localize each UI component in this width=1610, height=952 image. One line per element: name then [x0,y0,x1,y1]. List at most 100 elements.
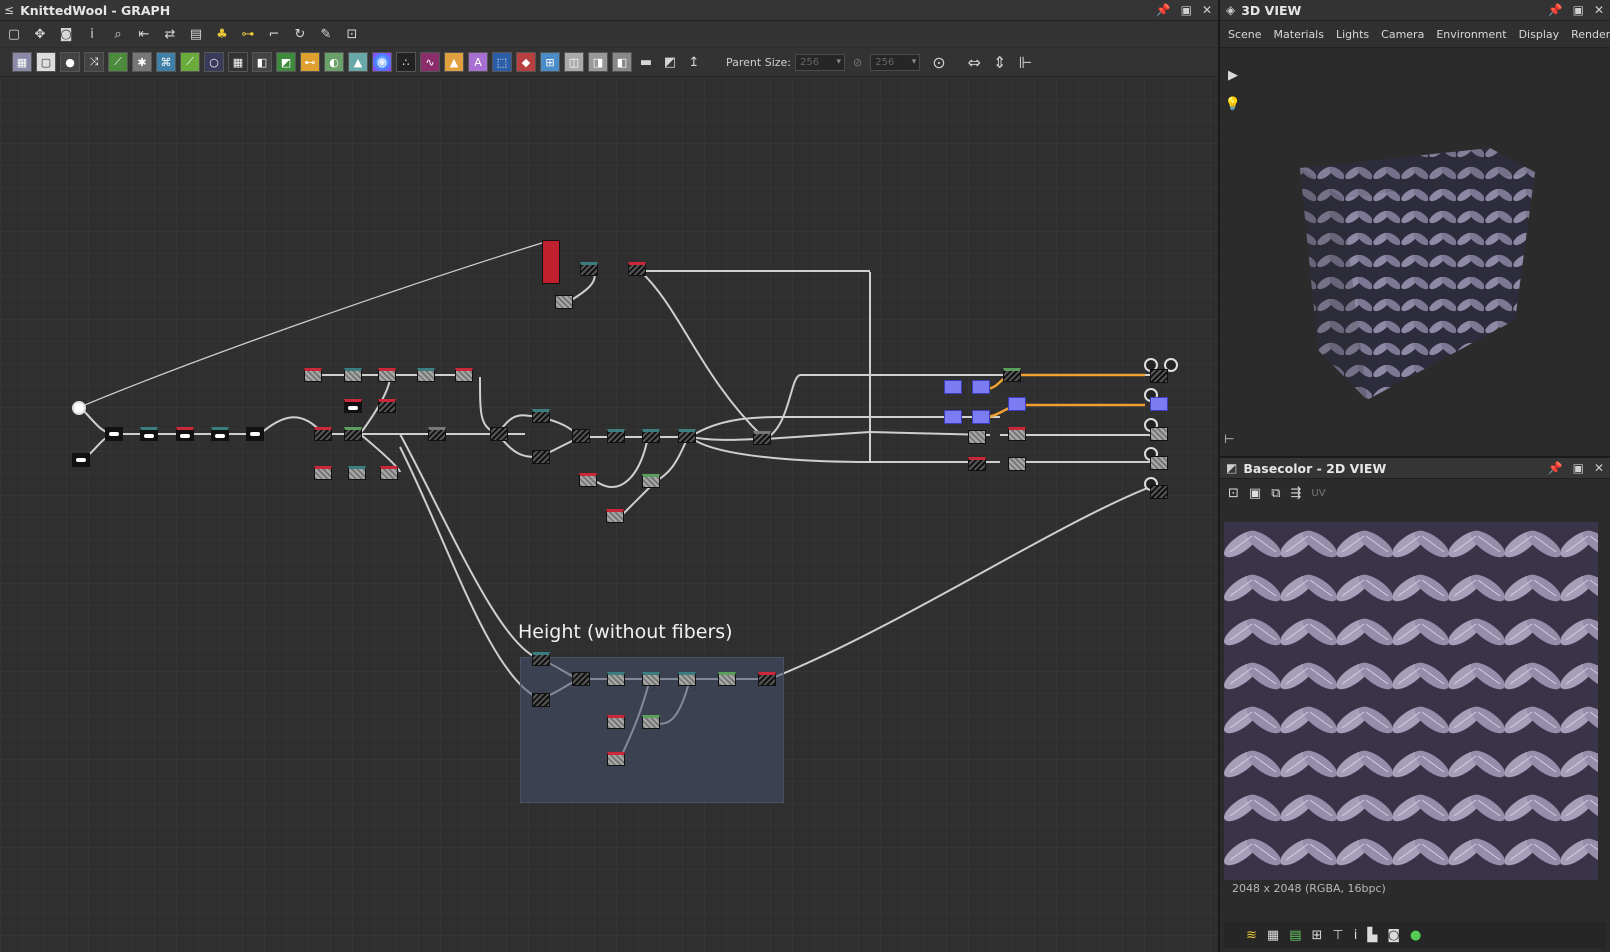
graph-node[interactable] [246,427,264,441]
layers-icon[interactable]: ≋ [1246,928,1257,943]
frame-icon[interactable]: ◩ [660,52,680,72]
graph-node[interactable] [758,672,776,686]
graph-node[interactable] [1008,427,1026,441]
graph-node[interactable] [490,427,508,441]
graph-node[interactable] [1150,485,1168,499]
hsl-node-icon[interactable]: ◐ [324,52,344,72]
menu-scene[interactable]: Scene [1228,28,1262,41]
graph-node[interactable] [607,672,625,686]
triangle-node-icon[interactable]: ▲ [444,52,464,72]
graph-node[interactable] [607,715,625,729]
graph-node[interactable] [532,409,550,423]
blend-node-icon[interactable]: ◧ [252,52,272,72]
graph-node[interactable] [304,368,322,382]
warp-node-icon[interactable]: ⌘ [156,52,176,72]
close-icon[interactable]: ✕ [1202,3,1212,17]
menu-environment[interactable]: Environment [1436,28,1506,41]
graph-node[interactable] [344,399,362,413]
info-icon[interactable]: ⅰ [1354,928,1358,943]
image-icon[interactable]: ◙ [1387,928,1400,943]
graph-node[interactable] [344,368,362,382]
pan-icon[interactable]: ✥ [30,24,50,44]
graph-node[interactable] [1150,427,1168,441]
color-icon[interactable]: ● [1410,928,1421,943]
graph-node[interactable] [428,427,446,441]
graph-canvas[interactable]: Height (without fibers) [0,77,1218,952]
graph-node[interactable] [944,410,962,424]
menu-materials[interactable]: Materials [1274,28,1324,41]
drop-node-icon[interactable]: ● [60,52,80,72]
graph-node[interactable] [642,715,660,729]
graph-node[interactable] [542,240,560,284]
graph-node[interactable] [417,368,435,382]
pin-icon[interactable]: 📌 [1156,3,1171,17]
compress-icon[interactable]: ⇔ [968,53,981,72]
bitmap-node-icon[interactable]: ▦ [12,52,32,72]
menu-display[interactable]: Display [1519,28,1560,41]
pin-icon[interactable]: 📌 [1548,3,1563,17]
text-node-icon[interactable]: A [468,52,488,72]
light-bulb-icon[interactable]: 💡 [1225,97,1241,112]
parent-size-dropdown-2[interactable]: 256 [870,53,921,71]
graph-node[interactable] [678,429,696,443]
graph-node[interactable] [642,672,660,686]
graph-node[interactable] [642,429,660,443]
input-node[interactable] [72,401,86,415]
fit-icon[interactable]: ⊡ [1228,486,1239,501]
maximize-icon[interactable]: ▣ [1573,3,1584,17]
close-icon[interactable]: ✕ [1594,3,1604,17]
wave-node-icon[interactable]: ∿ [420,52,440,72]
grid-node-icon[interactable]: ▦ [228,52,248,72]
maximize-icon[interactable]: ▣ [1181,3,1192,17]
python-icon[interactable]: ♣ [212,24,232,44]
menu-camera[interactable]: Camera [1381,28,1424,41]
cube-preview[interactable] [1260,140,1570,420]
link-size-icon[interactable]: ⊘ [853,56,862,69]
reset-icon[interactable]: ⊙ [932,53,945,72]
graph-node[interactable] [607,429,625,443]
level-node-icon[interactable]: ⊷ [300,52,320,72]
svg-node-icon[interactable]: ▢ [36,52,56,72]
graph-node[interactable] [580,262,598,276]
transform-node-icon[interactable]: ⊞ [540,52,560,72]
shuffle-node-icon[interactable]: ⤨ [84,52,104,72]
graph-node[interactable] [1008,397,1026,411]
graph-menu-icon[interactable]: ≤ [4,3,14,17]
graph-node[interactable] [968,457,986,471]
basecolor-texture[interactable] [1224,522,1598,880]
graph-node[interactable] [606,509,624,523]
graph-node[interactable] [972,380,990,394]
align-icon[interactable]: ⇤ [134,24,154,44]
search-icon[interactable]: ⌕ [108,24,128,44]
copy-icon[interactable]: ⧉ [1271,486,1280,501]
graph-node[interactable] [344,427,362,441]
graph-node[interactable] [642,474,660,488]
checker-icon[interactable]: ▦ [1267,928,1279,943]
graph-node[interactable] [314,466,332,480]
split-node-icon[interactable]: ◫ [564,52,584,72]
graph-node[interactable] [1003,368,1021,382]
graph-node[interactable] [753,431,771,445]
graph-node[interactable] [572,672,590,686]
graph-node[interactable] [72,453,90,467]
select-node-icon[interactable]: ⬚ [492,52,512,72]
wrench-icon[interactable]: ✎ [316,24,336,44]
histogram-node-icon[interactable]: ▲ [348,52,368,72]
graph-node[interactable] [718,672,736,686]
graph-node[interactable] [455,368,473,382]
camera-icon[interactable]: ◙ [56,24,76,44]
fx-node-icon[interactable]: ✱ [132,52,152,72]
menu-lights[interactable]: Lights [1336,28,1369,41]
graph-node[interactable] [968,430,986,444]
video-camera-icon[interactable]: ▶ [1228,68,1238,83]
graph-node[interactable] [532,693,550,707]
share-icon[interactable]: ⇄ [160,24,180,44]
graph-node[interactable] [314,427,332,441]
graph-node[interactable] [1008,457,1026,471]
graph-node[interactable] [1150,369,1168,383]
channels-icon[interactable]: ▤ [1289,928,1301,943]
uv-dropdown[interactable]: UV [1311,488,1325,499]
save-icon[interactable]: ▣ [1249,486,1261,501]
graph-node[interactable] [378,399,396,413]
grid-icon[interactable]: ⊞ [1312,928,1323,943]
